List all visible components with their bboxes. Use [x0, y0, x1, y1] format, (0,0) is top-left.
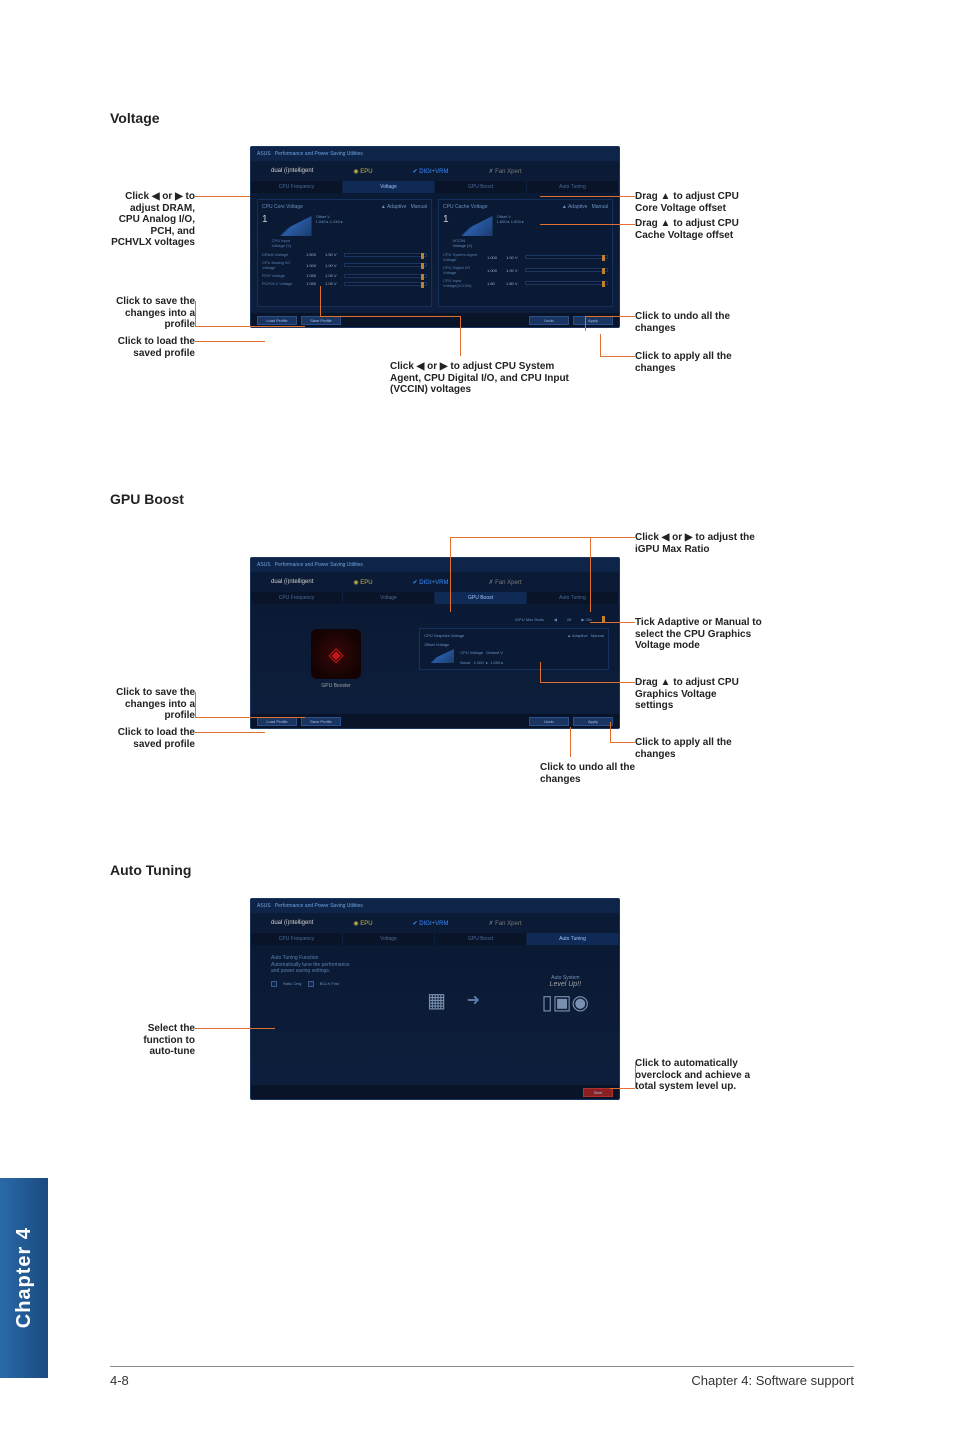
- gpu-screenshot: ASUS Performance and Power Saving Utilit…: [250, 557, 620, 729]
- callout-undo: Click to undo all the changes: [635, 311, 755, 334]
- level-up-label: Level Up!!: [542, 981, 589, 988]
- gpu-callout-mode: Tick Adaptive or Manual to select the CP…: [635, 617, 765, 652]
- voltage-body: CPU Core Voltage▲ Adaptive Manual 1 CPU …: [251, 193, 619, 313]
- load-profile-button[interactable]: Load Profile: [257, 316, 297, 325]
- rog-badge-area: ◈ GPU Booster: [257, 610, 415, 708]
- auto-icons: ▦ ➜: [417, 980, 480, 1020]
- auto-callout-select: Select the function to auto-tune: [130, 1023, 195, 1058]
- auto-description: Auto Tuning FunctionAutomatically tune t…: [271, 955, 411, 975]
- app-header: ASUS Performance and Power Saving Utilit…: [251, 147, 619, 161]
- gpu-callout-apply: Click to apply all the changes: [635, 737, 755, 760]
- auto-option-row[interactable]: Ratio Only BCLK First: [271, 981, 411, 987]
- gpu-title: GPU Boost: [110, 491, 854, 507]
- cpu-graphics-voltage-panel: CPU Graphics Voltage▲ Adaptive Manual Of…: [419, 628, 609, 670]
- voltage-figure: ASUS Performance and Power Saving Utilit…: [110, 136, 854, 436]
- chapter-label: Chapter 4: Software support: [691, 1373, 854, 1388]
- gpu-apply-button[interactable]: Apply: [573, 717, 613, 726]
- level-up-group: Auto System Level Up!! ▯▣◉: [542, 975, 589, 1015]
- arrow-icon: ➜: [467, 990, 480, 1010]
- auto-screenshot: ASUS Performance and Power Saving Utilit…: [250, 898, 620, 1100]
- gpu-booster-label: GPU Booster: [321, 683, 350, 689]
- gpu-save-profile-button[interactable]: Save Profile: [301, 717, 341, 726]
- cpu-icon: ▦: [417, 980, 457, 1020]
- auto-callout-start: Click to automatically overclock and ach…: [635, 1058, 765, 1093]
- callout-adjust-voltages: Click ◀ or ▶ to adjust DRAM, CPU Analog …: [110, 191, 195, 249]
- auto-figure: ASUS Performance and Power Saving Utilit…: [110, 888, 854, 1128]
- gpu-callout-load: Click to load the saved profile: [110, 727, 195, 750]
- gpu-undo-button[interactable]: Undo: [529, 717, 569, 726]
- voltage-title: Voltage: [110, 110, 854, 126]
- tabs: CPU Frequency Voltage GPU Boost Auto Tun…: [251, 181, 619, 193]
- chapter-tab-label: Chapter 4: [13, 1227, 36, 1328]
- callout-load-profile: Click to load the saved profile: [110, 336, 195, 359]
- page-footer: 4-8 Chapter 4: Software support: [110, 1366, 854, 1388]
- left-panel: CPU Core Voltage▲ Adaptive Manual 1 CPU …: [257, 199, 432, 307]
- level-up-icons: ▯▣◉: [542, 990, 589, 1015]
- auto-title: Auto Tuning: [110, 862, 854, 878]
- gpu-callout-save: Click to save the changes into a profile: [100, 687, 195, 722]
- chapter-tab: Chapter 4: [0, 1178, 48, 1378]
- voltage-screenshot: ASUS Performance and Power Saving Utilit…: [250, 146, 620, 328]
- start-button[interactable]: Start: [583, 1088, 613, 1097]
- gpu-callout-drag: Drag ▲ to adjust CPU Graphics Voltage se…: [635, 677, 755, 712]
- right-panel: CPU Cache Voltage▲ Adaptive Manual 1 VCC…: [438, 199, 613, 307]
- rog-icon: ◈: [311, 629, 361, 679]
- gpu-callout-undo: Click to undo all the changes: [540, 762, 660, 785]
- page-number: 4-8: [110, 1373, 129, 1388]
- gpu-callout-ratio: Click ◀ or ▶ to adjust the iGPU Max Rati…: [635, 532, 760, 555]
- undo-button[interactable]: Undo: [529, 316, 569, 325]
- callout-apply: Click to apply all the changes: [635, 351, 755, 374]
- toolbar: dual (i)ntelligent ◉ EPU ✔ DIGI+VRM ✗ Fa…: [251, 161, 619, 181]
- callout-core-voltage: Drag ▲ to adjust CPU Core Voltage offset: [635, 191, 760, 214]
- callout-save-profile: Click to save the changes into a profile: [100, 296, 195, 331]
- gpu-figure: ASUS Performance and Power Saving Utilit…: [110, 517, 854, 807]
- callout-cache-voltage: Drag ▲ to adjust CPU Cache Voltage offse…: [635, 218, 760, 241]
- callout-system-agent: Click ◀ or ▶ to adjust CPU System Agent,…: [390, 361, 580, 396]
- igpu-ratio-bar[interactable]: iGPU Max Ratio◀28▶ 28x: [419, 614, 609, 624]
